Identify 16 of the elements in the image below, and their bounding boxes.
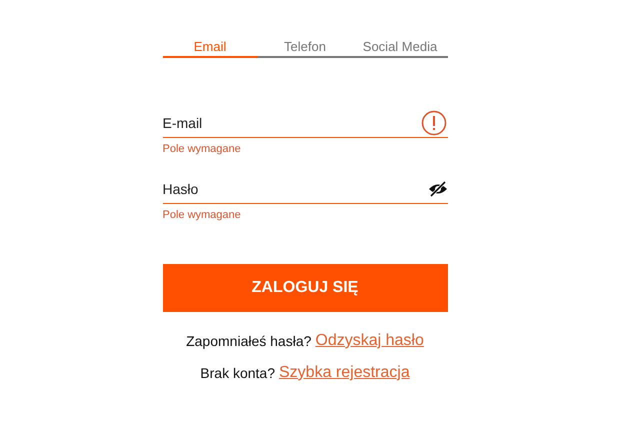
tab[interactable]: Telefon: [258, 37, 352, 58]
eye-off-icon[interactable]: [428, 180, 448, 196]
login-button[interactable]: ZALOGUJ SIĘ: [162, 264, 448, 312]
prompt-text: Zapomniałeś hasła?: [186, 333, 312, 350]
field-label: E-mail: [162, 114, 202, 130]
error-message: Pole wymagane: [162, 209, 242, 221]
email-field[interactable]: E-mail: [162, 108, 448, 138]
prompt-text: Brak konta?: [200, 365, 275, 382]
link[interactable]: Szybka rejestracja: [279, 364, 410, 382]
warning-icon: [420, 110, 446, 136]
tab[interactable]: Social Media: [352, 37, 448, 58]
error-message: Pole wymagane: [162, 143, 242, 155]
tab[interactable]: Email: [162, 37, 258, 58]
link[interactable]: Odzyskaj hasło: [315, 332, 424, 350]
password-field[interactable]: Hasło: [162, 174, 448, 204]
field-label: Hasło: [162, 180, 198, 196]
